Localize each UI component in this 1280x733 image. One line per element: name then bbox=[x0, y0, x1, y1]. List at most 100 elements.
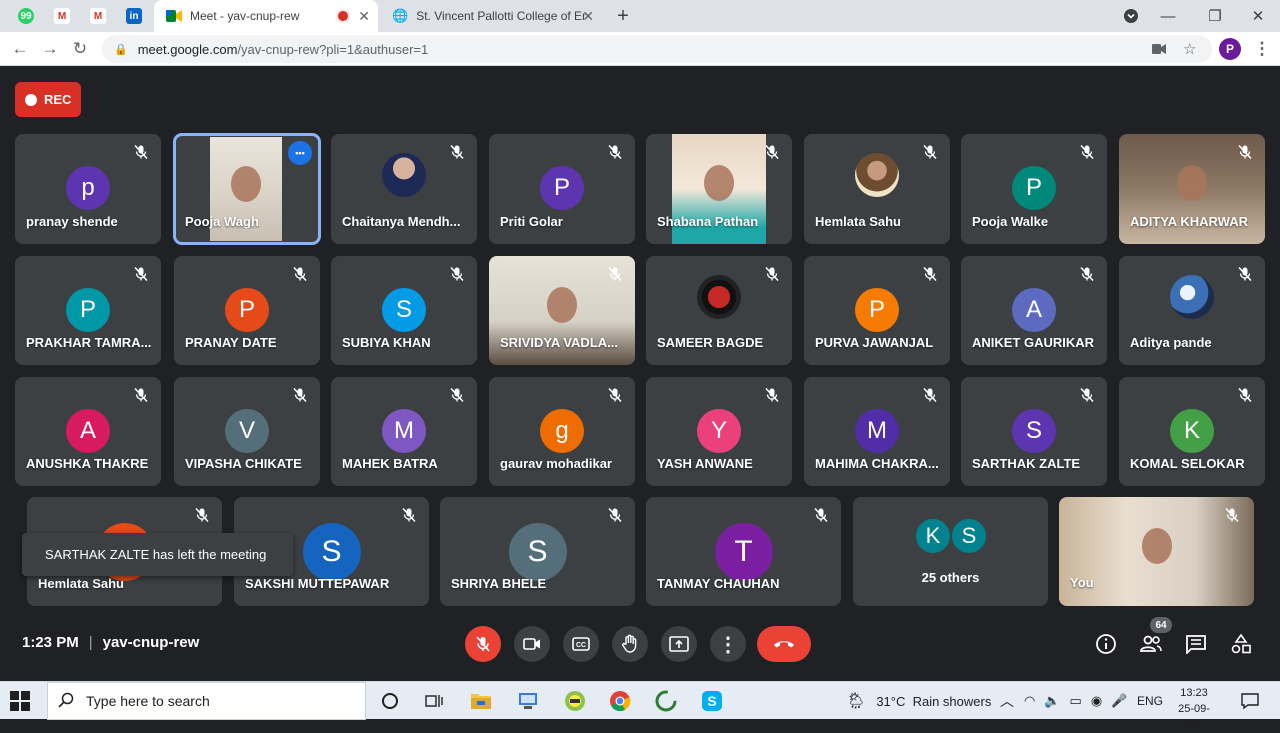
participant-tile[interactable]: P Pooja Walke bbox=[961, 134, 1107, 244]
weather-text: 31°C Rain showers bbox=[876, 693, 992, 709]
others-avatar: S bbox=[950, 517, 988, 555]
pinned-tab-gmail[interactable]: M bbox=[46, 0, 78, 32]
restore-button[interactable]: ❐ bbox=[1195, 0, 1235, 32]
tab-meet[interactable]: Meet - yav-cnup-rew ✕ bbox=[154, 0, 378, 32]
profile-photo bbox=[855, 153, 899, 197]
participant-name: ADITYA KHARWAR bbox=[1130, 214, 1248, 229]
participant-tile[interactable]: K KOMAL SELOKAR bbox=[1119, 377, 1265, 486]
participant-name: ANUSHKA THAKRE bbox=[26, 456, 149, 471]
divider: | bbox=[88, 634, 93, 651]
forward-button[interactable]: → bbox=[38, 37, 62, 61]
mic-off-icon bbox=[449, 266, 465, 282]
bookmark-star-icon[interactable]: ☆ bbox=[1183, 35, 1196, 63]
participant-tile[interactable]: A ANIKET GAURIKAR bbox=[961, 256, 1107, 365]
network-icon[interactable]: ◠ bbox=[1024, 693, 1035, 709]
profile-photo bbox=[1170, 274, 1214, 319]
chrome-icon[interactable] bbox=[608, 689, 632, 713]
participant-avatar: g bbox=[540, 409, 584, 453]
participants-button[interactable] bbox=[1139, 632, 1163, 656]
skype-icon[interactable]: S bbox=[700, 689, 724, 713]
others-avatar: K bbox=[914, 517, 952, 555]
cortana-icon[interactable] bbox=[378, 689, 402, 713]
sync-app-icon[interactable] bbox=[654, 689, 678, 713]
participant-tile[interactable]: P PRANAY DATE bbox=[174, 256, 320, 365]
participant-tile[interactable]: S SUBIYA KHAN bbox=[331, 256, 477, 365]
participant-tile[interactable]: Pooja Wagh ••• bbox=[173, 133, 321, 245]
rain-cloud-icon: 🌦 bbox=[846, 693, 867, 710]
meeting-details: 1:23 PM | yav-cnup-rew bbox=[22, 634, 199, 651]
participant-tile[interactable]: Chaitanya Mendh... bbox=[331, 134, 477, 244]
leave-call-button[interactable] bbox=[757, 626, 811, 662]
participant-tile[interactable]: P Priti Golar bbox=[489, 134, 635, 244]
participant-name: pranay shende bbox=[26, 214, 118, 229]
participant-tile[interactable]: V VIPASHA CHIKATE bbox=[174, 377, 320, 486]
back-button[interactable]: ← bbox=[8, 37, 32, 61]
address-bar[interactable]: 🔒 meet.google.com /yav-cnup-rew?pli=1&au… bbox=[102, 35, 1212, 63]
meeting-details-button[interactable] bbox=[1094, 632, 1118, 656]
participant-tile[interactable]: ADITYA KHARWAR bbox=[1119, 134, 1265, 244]
camera-status-icon[interactable]: ◉ bbox=[1091, 693, 1102, 709]
participant-tile[interactable]: T TANMAY CHAUHAN bbox=[646, 497, 841, 606]
participant-tile[interactable]: Aditya pande bbox=[1119, 256, 1265, 365]
participant-tile[interactable]: Shabana Pathan bbox=[646, 134, 792, 244]
others-tile[interactable]: K S 25 others bbox=[853, 497, 1048, 606]
activities-button[interactable] bbox=[1229, 632, 1253, 656]
participant-tile[interactable]: SRIVIDYA VADLA... bbox=[489, 256, 635, 365]
participant-tile[interactable]: S SHRIYA BHELE bbox=[440, 497, 635, 606]
clock-date: 25-09-2021 bbox=[1178, 703, 1210, 731]
taskbar-search-box[interactable]: Type here to search bbox=[47, 682, 366, 720]
participant-tile[interactable]: A ANUSHKA THAKRE bbox=[15, 377, 161, 486]
participant-name: Aditya pande bbox=[1130, 335, 1212, 350]
system-tray-icons[interactable]: ︿ bbox=[1000, 682, 1020, 720]
close-tab-icon[interactable]: ✕ bbox=[358, 8, 370, 25]
profile-avatar[interactable]: P bbox=[1219, 38, 1241, 60]
present-screen-button[interactable] bbox=[661, 626, 697, 662]
minimize-button[interactable]: — bbox=[1148, 0, 1188, 32]
participant-tile[interactable]: S SARTHAK ZALTE bbox=[961, 377, 1107, 486]
notifications-icon[interactable] bbox=[1238, 689, 1262, 713]
game-app-icon[interactable] bbox=[563, 689, 587, 713]
participant-avatar: T bbox=[714, 523, 773, 581]
pinned-tab-linkedin[interactable]: in bbox=[118, 0, 150, 32]
microphone-status-icon[interactable]: 🎤 bbox=[1111, 693, 1127, 709]
tab-search-button[interactable] bbox=[1111, 0, 1151, 32]
participant-tile[interactable]: Hemlata Sahu bbox=[804, 134, 950, 244]
captions-button[interactable]: CC bbox=[563, 626, 599, 662]
windows-start-icon[interactable] bbox=[10, 691, 30, 711]
pinned-tab-gmail-2[interactable]: M bbox=[82, 0, 114, 32]
taskbar-clock[interactable]: 13:23 25-09-2021 bbox=[1166, 685, 1222, 733]
more-options-button[interactable]: ⋮ bbox=[710, 626, 746, 662]
participant-tile[interactable]: P PURVA JAWANJAL bbox=[804, 256, 950, 365]
battery-icon[interactable]: ▭ bbox=[1070, 693, 1082, 709]
raise-hand-button[interactable] bbox=[612, 626, 648, 662]
participant-tile[interactable]: You bbox=[1059, 497, 1254, 606]
participant-tile[interactable]: Y YASH ANWANE bbox=[646, 377, 792, 486]
participant-tile[interactable]: SAMEER BAGDE bbox=[646, 256, 792, 365]
participant-tile[interactable]: M MAHEK BATRA bbox=[331, 377, 477, 486]
linkedin-icon: in bbox=[126, 8, 142, 24]
participant-tile[interactable]: M MAHIMA CHAKRA... bbox=[804, 377, 950, 486]
tile-more-options-icon[interactable]: ••• bbox=[288, 141, 312, 165]
monitor-app-icon[interactable] bbox=[516, 689, 540, 713]
chat-button[interactable] bbox=[1184, 632, 1208, 656]
task-view-icon[interactable] bbox=[422, 689, 446, 713]
menu-icon[interactable]: ⋮ bbox=[1250, 37, 1274, 61]
tab-college[interactable]: 🌐 St. Vincent Pallotti College of Eng ✕ bbox=[380, 0, 602, 32]
participant-tile[interactable]: P PRAKHAR TAMRA... bbox=[15, 256, 161, 365]
participant-tile[interactable]: p pranay shende bbox=[15, 134, 161, 244]
microphone-toggle-button[interactable] bbox=[465, 626, 501, 662]
close-window-button[interactable]: ✕ bbox=[1238, 0, 1278, 32]
weather-widget[interactable]: 🌦 31°C Rain showers bbox=[846, 682, 991, 720]
mic-off-icon bbox=[607, 144, 623, 160]
pinned-tab-whatsapp[interactable]: 99 bbox=[10, 0, 42, 32]
new-tab-button[interactable]: + bbox=[610, 0, 636, 32]
camera-toggle-button[interactable] bbox=[514, 626, 550, 662]
person-silhouette bbox=[547, 286, 577, 323]
input-language[interactable]: ENG bbox=[1137, 682, 1163, 720]
reload-button[interactable]: ↻ bbox=[68, 37, 92, 61]
participant-tile[interactable]: g gaurav mohadikar bbox=[489, 377, 635, 486]
file-explorer-icon[interactable] bbox=[469, 689, 493, 713]
volume-icon[interactable]: 🔈 bbox=[1044, 693, 1060, 709]
camera-in-use-icon[interactable] bbox=[1152, 35, 1166, 63]
close-tab-icon[interactable]: ✕ bbox=[582, 8, 594, 25]
